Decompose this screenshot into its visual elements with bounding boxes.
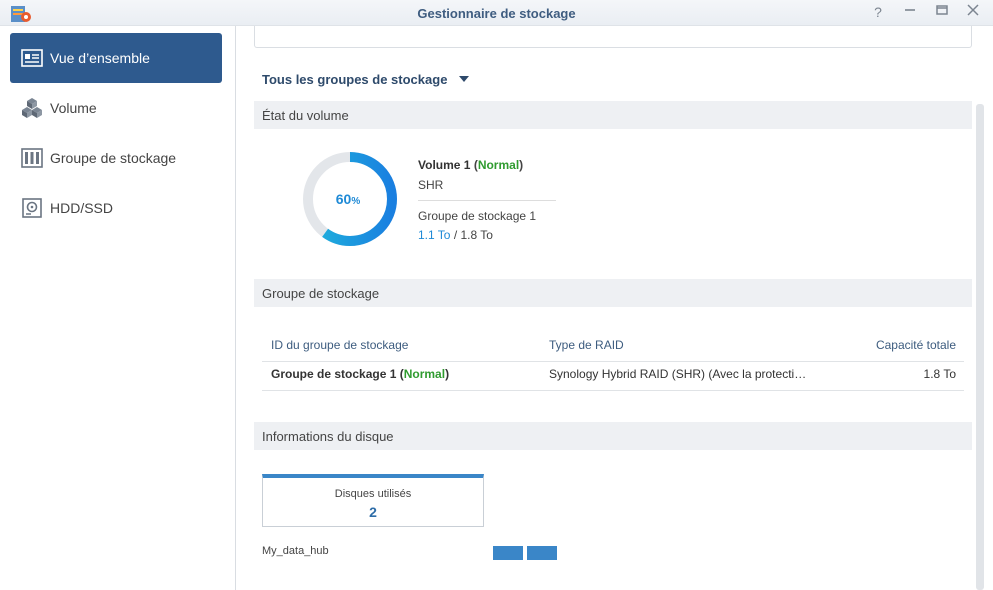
disk-slot-1[interactable] — [493, 546, 523, 560]
help-icon: ? — [874, 4, 882, 20]
section-storage-pool: Groupe de stockage — [254, 279, 972, 307]
volume-raid: SHR — [418, 178, 444, 192]
column-header-capacity[interactable]: Capacité totale — [876, 338, 956, 352]
column-header-id[interactable]: ID du groupe de stockage — [271, 338, 408, 352]
status-badge: Normal — [403, 367, 446, 381]
sidebar-item-overview[interactable]: Vue d’ensemble — [10, 33, 222, 83]
disk-slot-2[interactable] — [527, 546, 557, 560]
sidebar-item-label: Vue d’ensemble — [50, 50, 150, 66]
disk-icon — [20, 196, 44, 220]
sidebar-item-volume[interactable]: Volume — [10, 83, 222, 133]
maximize-icon — [936, 5, 948, 15]
close-button[interactable] — [964, 3, 982, 21]
minimize-button[interactable] — [901, 3, 919, 21]
maximize-button[interactable] — [933, 3, 951, 21]
top-panel — [254, 26, 972, 48]
cubes-icon — [20, 96, 44, 120]
sidebar-item-hdd-ssd[interactable]: HDD/SSD — [10, 183, 222, 233]
sidebar-item-storage-pool[interactable]: Groupe de stockage — [10, 133, 222, 183]
volume-capacity: 1.1 To / 1.8 To — [418, 228, 493, 242]
storage-pool-icon — [20, 146, 44, 170]
disks-used-card: Disques utilisés 2 — [262, 474, 484, 527]
title-bar: Gestionnaire de stockage ? — [0, 0, 993, 26]
sidebar-item-label: HDD/SSD — [50, 200, 114, 216]
close-icon — [967, 4, 979, 16]
status-badge: Normal — [477, 158, 520, 172]
section-volume-status: État du volume — [254, 101, 972, 129]
column-header-raid[interactable]: Type de RAID — [549, 338, 624, 352]
help-button[interactable]: ? — [869, 3, 887, 21]
device-name: My_data_hub — [262, 545, 329, 557]
usage-percent: 60% — [336, 191, 361, 207]
window-title: Gestionnaire de stockage — [417, 6, 576, 21]
sidebar-item-label: Groupe de stockage — [50, 150, 177, 166]
volume-pool: Groupe de stockage 1 — [418, 209, 537, 223]
volume-usage-donut: 60% — [303, 152, 397, 246]
storage-group-selector[interactable]: Tous les groupes de stockage — [262, 72, 470, 87]
divider — [418, 200, 556, 201]
raid-type-cell: Synology Hybrid RAID (SHR) (Avec la prot… — [549, 367, 807, 381]
sidebar: Vue d’ensemble Volume Groupe de stockage… — [0, 26, 236, 590]
pool-name-cell: Groupe de stockage 1 (Normal) — [271, 367, 450, 381]
table-row[interactable]: Groupe de stockage 1 (Normal) Synology H… — [262, 362, 964, 391]
sidebar-item-label: Volume — [50, 100, 97, 116]
selector-label: Tous les groupes de stockage — [262, 72, 448, 87]
table-header: ID du groupe de stockage Type de RAID Ca… — [262, 333, 964, 362]
volume-info: Volume 1 (Normal) SHR Groupe de stockage… — [418, 158, 556, 242]
overview-icon — [20, 46, 44, 70]
chevron-down-icon — [459, 76, 470, 82]
storage-pool-table: ID du groupe de stockage Type de RAID Ca… — [262, 333, 964, 391]
capacity-cell: 1.8 To — [923, 367, 956, 381]
volume-title: Volume 1 (Normal) — [418, 158, 524, 172]
disks-used-count: 2 — [369, 504, 377, 520]
section-disk-info: Informations du disque — [254, 422, 972, 450]
minimize-icon — [905, 9, 915, 11]
disks-used-label: Disques utilisés — [334, 488, 412, 500]
scrollbar[interactable] — [976, 104, 984, 590]
